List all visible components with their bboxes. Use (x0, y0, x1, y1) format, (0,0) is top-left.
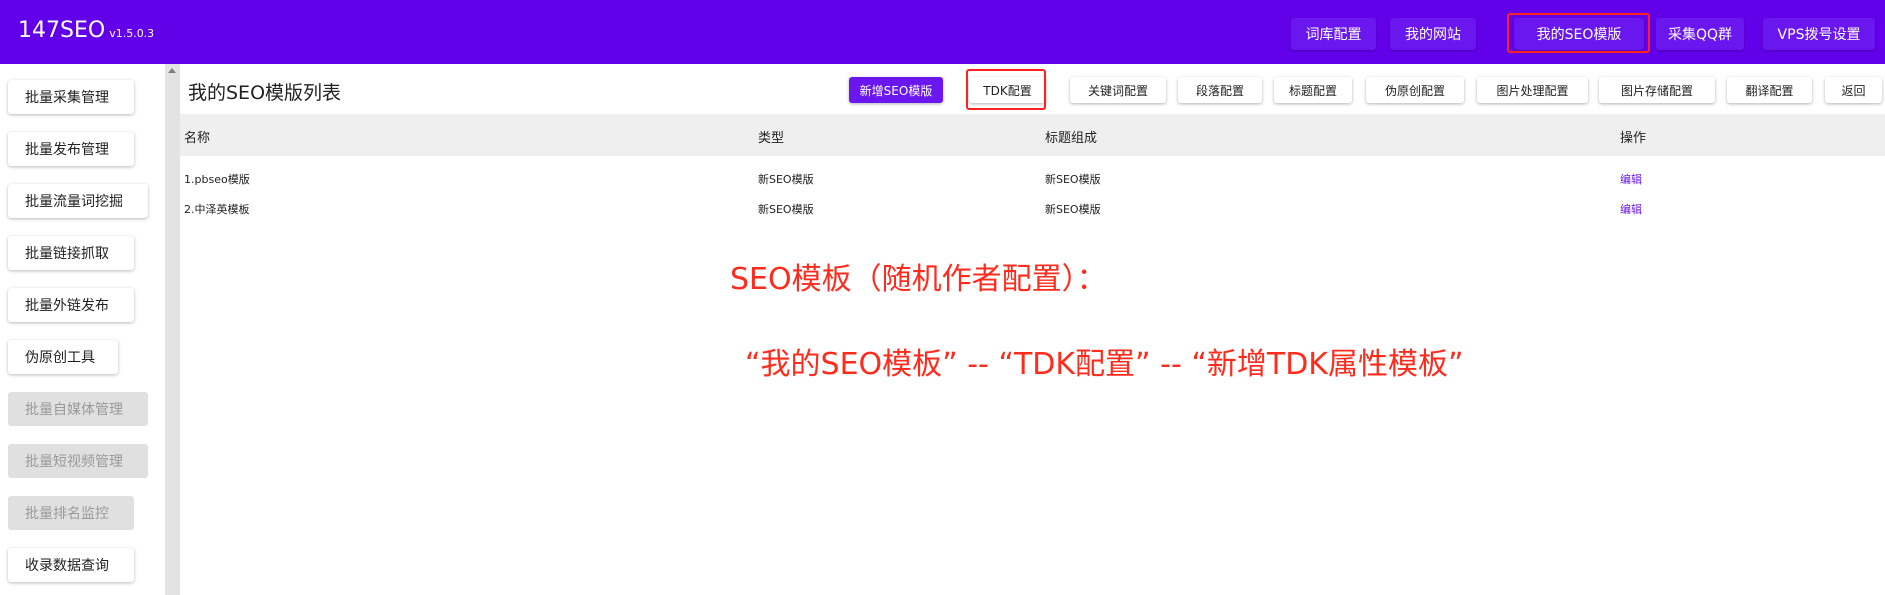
sidebar-item-pseudo-original[interactable]: 伪原创工具 (8, 340, 118, 374)
nav-collect-qq-groups[interactable]: 采集QQ群 (1656, 18, 1744, 50)
edit-link[interactable]: 编辑 (1620, 171, 1642, 187)
nav-my-sites[interactable]: 我的网站 (1390, 18, 1476, 50)
sidebar-scrollbar[interactable] (165, 64, 180, 595)
sidebar-item-short-video: 批量短视频管理 (8, 444, 148, 478)
sidebar-item-batch-collect[interactable]: 批量采集管理 (8, 80, 134, 114)
sidebar-item-rank-monitor: 批量排名监控 (8, 496, 134, 530)
add-seo-template-button[interactable]: 新增SEO模版 (849, 77, 943, 103)
column-header-title-composition: 标题组成 (1045, 131, 1098, 146)
paragraph-config-button[interactable]: 段落配置 (1178, 77, 1262, 103)
nav-my-seo-templates[interactable]: 我的SEO模版 (1514, 18, 1644, 50)
sidebar-item-external-links[interactable]: 批量外链发布 (8, 288, 134, 322)
app-version: v1.5.0.3 (109, 27, 155, 40)
page-title: 我的SEO模版列表 (188, 82, 342, 104)
sidebar-item-self-media: 批量自媒体管理 (8, 392, 148, 426)
table-header: 名称 类型 标题组成 操作 (180, 114, 1885, 156)
edit-link[interactable]: 编辑 (1620, 201, 1642, 217)
image-storage-config-button[interactable]: 图片存储配置 (1599, 77, 1715, 103)
nav-lexicon-config[interactable]: 词库配置 (1291, 18, 1376, 50)
sidebar-item-link-crawl[interactable]: 批量链接抓取 (8, 236, 134, 270)
sidebar-item-batch-publish[interactable]: 批量发布管理 (8, 132, 134, 166)
cell-type: 新SEO模版 (758, 173, 814, 186)
annotation-line-2: “我的SEO模板” -- “TDK配置” -- “新增TDK属性模板” (745, 347, 1464, 382)
main-content: 我的SEO模版列表 新增SEO模版 TDK配置 关键词配置 段落配置 标题配置 … (180, 64, 1885, 595)
app-logo: 147SEO v1.5.0.3 (18, 18, 154, 43)
sidebar-item-index-query[interactable]: 收录数据查询 (8, 548, 134, 582)
sidebar: 批量采集管理 批量发布管理 批量流量词挖掘 批量链接抓取 批量外链发布 伪原创工… (0, 64, 164, 595)
top-app-bar: 147SEO v1.5.0.3 词库配置 我的网站 我的SEO模版 采集QQ群 V… (0, 0, 1885, 64)
column-header-name: 名称 (184, 131, 211, 146)
nav-vps-dial-settings[interactable]: VPS拨号设置 (1763, 18, 1875, 50)
tdk-config-button[interactable]: TDK配置 (969, 77, 1046, 103)
table-row: 2.中泽英模板 新SEO模版 新SEO模版 编辑 (180, 194, 1885, 222)
sidebar-item-traffic-keywords[interactable]: 批量流量词挖掘 (8, 184, 148, 218)
heading-config-button[interactable]: 标题配置 (1274, 77, 1352, 103)
cell-name: 1.pbseo模版 (184, 173, 250, 186)
cell-title-composition: 新SEO模版 (1045, 203, 1101, 216)
annotation-line-1: SEO模板（随机作者配置）： (730, 262, 1107, 297)
image-process-config-button[interactable]: 图片处理配置 (1477, 77, 1588, 103)
scroll-up-arrow-icon[interactable] (168, 68, 176, 73)
table-row: 1.pbseo模版 新SEO模版 新SEO模版 编辑 (180, 164, 1885, 192)
cell-name: 2.中泽英模板 (184, 203, 250, 216)
column-header-type: 类型 (758, 131, 785, 146)
cell-title-composition: 新SEO模版 (1045, 173, 1101, 186)
column-header-actions: 操作 (1620, 131, 1647, 146)
keyword-config-button[interactable]: 关键词配置 (1070, 77, 1166, 103)
app-name: 147SEO (18, 18, 106, 43)
pseudo-original-config-button[interactable]: 伪原创配置 (1366, 77, 1464, 103)
cell-type: 新SEO模版 (758, 203, 814, 216)
back-button[interactable]: 返回 (1825, 77, 1882, 103)
translate-config-button[interactable]: 翻译配置 (1727, 77, 1812, 103)
